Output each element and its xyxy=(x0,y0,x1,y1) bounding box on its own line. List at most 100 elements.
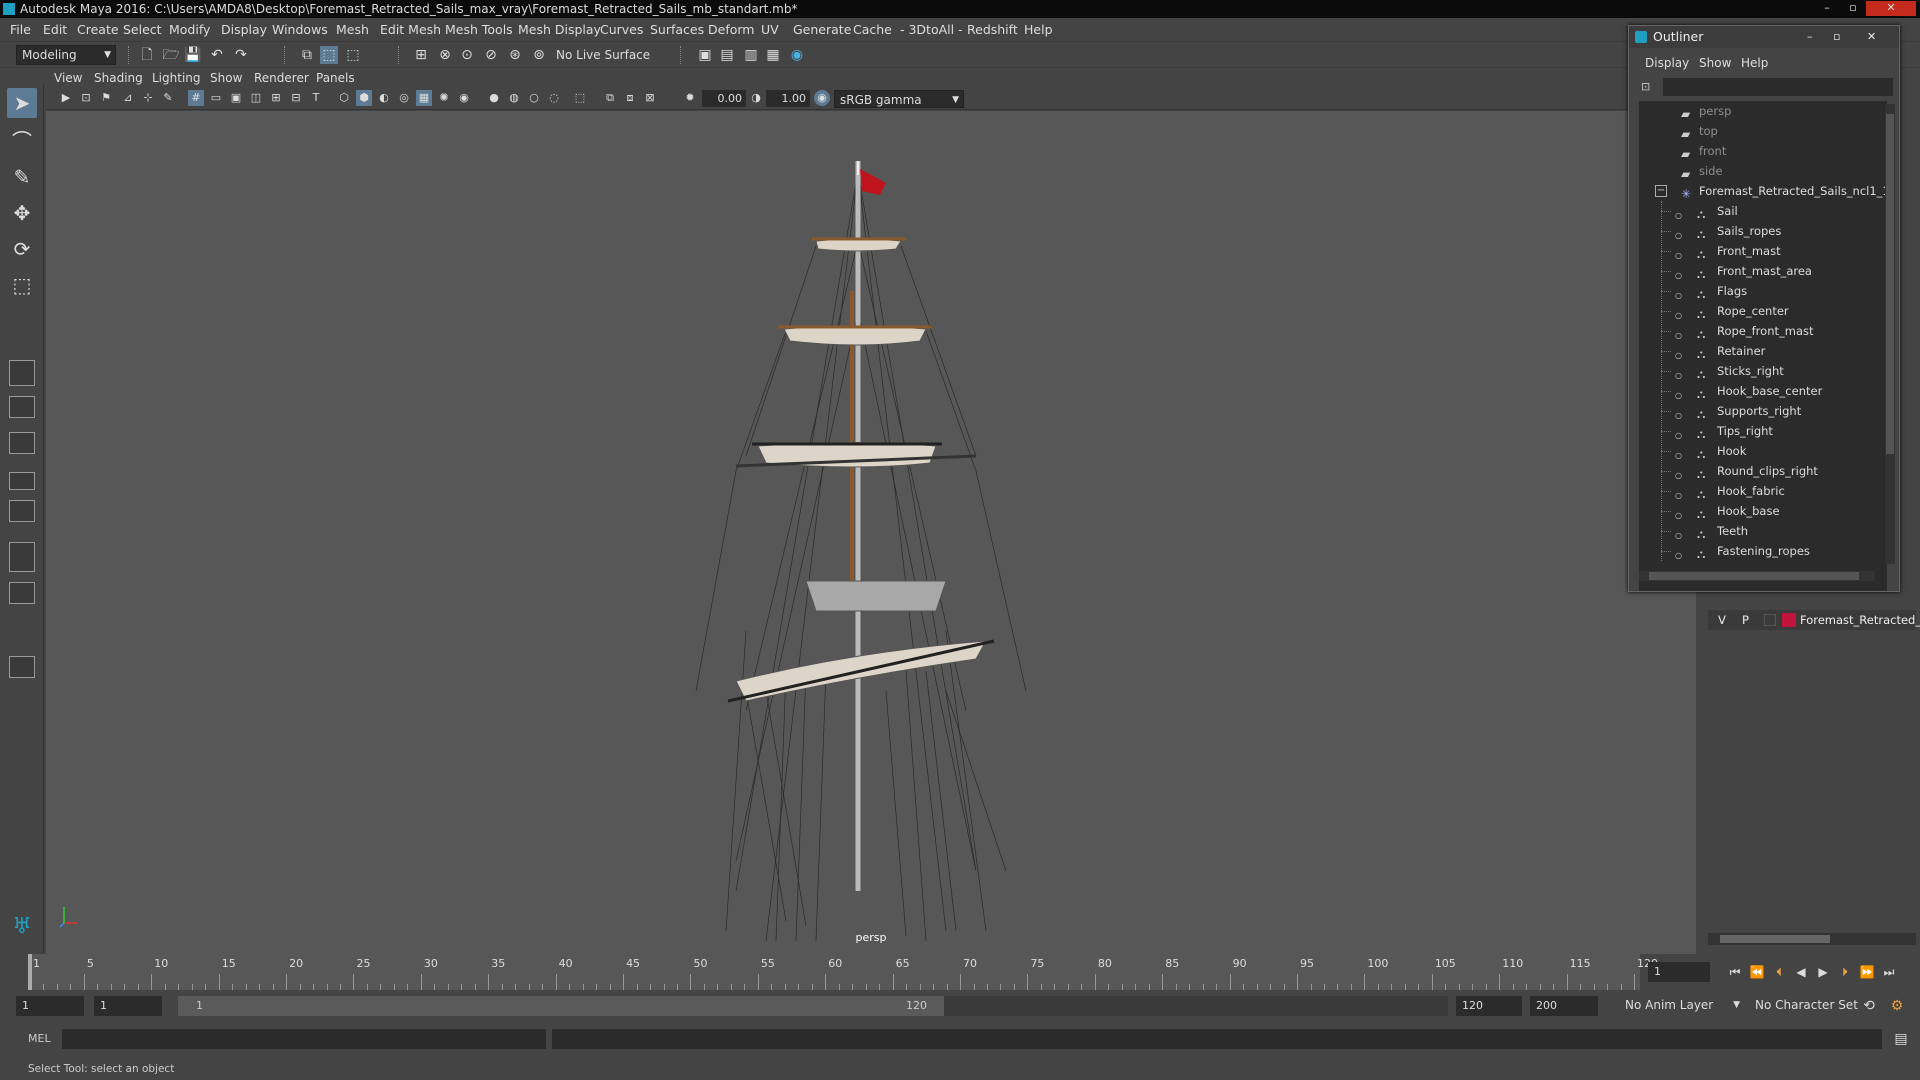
select-hierarchy-icon[interactable]: ⧉ xyxy=(298,46,316,64)
outliner-item[interactable]: ○ ⛬ Fastening_ropes xyxy=(1639,541,1879,561)
menu-uv[interactable]: UV xyxy=(761,22,779,37)
anim-layer-dropdown[interactable]: No Anim Layer ▼ xyxy=(1620,996,1744,1016)
outliner-horizontal-scrollbar[interactable] xyxy=(1639,571,1875,581)
play-backward-icon[interactable]: ◀ xyxy=(1790,962,1812,982)
select-object-icon[interactable]: ⬚ xyxy=(320,46,338,64)
layer-color-swatch[interactable] xyxy=(1782,613,1796,627)
field-chart-icon[interactable]: ⊞ xyxy=(268,90,284,106)
menu-edit[interactable]: Edit xyxy=(43,22,67,37)
default-material-icon[interactable]: ◐ xyxy=(376,90,392,106)
menu-generate[interactable]: Generate xyxy=(793,22,851,37)
rotate-tool-icon[interactable]: ⟳ xyxy=(7,234,37,264)
search-icon[interactable]: ⊡ xyxy=(1641,80,1650,93)
outliner-item[interactable]: ○ ⛬ Supports_right xyxy=(1639,401,1879,421)
scrollbar-thumb[interactable] xyxy=(1720,935,1830,943)
menu-modify[interactable]: Modify xyxy=(169,22,210,37)
textured-icon[interactable]: ▦ xyxy=(416,90,432,106)
range-slider-fill[interactable] xyxy=(178,996,944,1016)
make-live-icon[interactable]: ⊚ xyxy=(530,46,548,64)
menu-redshift[interactable]: Redshift xyxy=(967,22,1018,37)
smooth-shade-icon[interactable]: ⬢ xyxy=(356,90,372,106)
menu-select[interactable]: Select xyxy=(123,22,162,37)
snap-curve-icon[interactable]: ⊗ xyxy=(436,46,454,64)
current-frame-marker[interactable] xyxy=(28,954,32,990)
time-slider[interactable]: 1 5 10 15 20 25 30 35 40 45 50 55 60 65 70 75 80 85 90 95 10… xyxy=(0,954,1920,990)
outliner-item[interactable]: ○ ⛬ Rope_front_mast xyxy=(1639,321,1879,341)
ipr-render-icon[interactable]: ▦ xyxy=(764,46,782,64)
menu-display[interactable]: Display xyxy=(221,22,267,37)
collapse-icon[interactable]: − xyxy=(1655,185,1667,197)
live-surface-field[interactable]: No Live Surface xyxy=(556,48,650,62)
outliner-item[interactable]: ○ ⛬ Hook_fabric xyxy=(1639,481,1879,501)
color-management-icon[interactable]: ◉ xyxy=(814,90,830,106)
outliner-item[interactable]: ○ ⛬ Tips_right xyxy=(1639,421,1879,441)
image-plane-icon[interactable]: ⊿ xyxy=(120,90,136,106)
undo-icon[interactable]: ↶ xyxy=(208,46,226,64)
maximize-button[interactable]: ▫ xyxy=(1840,1,1866,16)
snap-surface-icon[interactable]: ⊛ xyxy=(506,46,524,64)
render-settings-icon[interactable]: ▣ xyxy=(696,46,714,64)
bookmark-icon[interactable]: ⚑ xyxy=(98,90,114,106)
viewport-menu-shading[interactable]: Shading xyxy=(94,71,143,85)
hypershade-icon[interactable]: ◉ xyxy=(788,46,806,64)
outliner-item[interactable]: ○ ⛬ Hook xyxy=(1639,441,1879,461)
gamma-icon[interactable]: ◑ xyxy=(748,90,764,106)
menu-3dtoall[interactable]: - 3DtoAll - xyxy=(900,22,963,37)
scale-tool-icon[interactable]: ⬚ xyxy=(7,270,37,300)
script-editor-icon[interactable]: ▤ xyxy=(1892,1030,1910,1048)
menuset-dropdown[interactable]: Modeling ▼ xyxy=(16,45,116,65)
layer-type-toggle[interactable] xyxy=(1764,614,1776,626)
menu-deform[interactable]: Deform xyxy=(708,22,754,37)
menu-mesh-display[interactable]: Mesh Display xyxy=(518,22,601,37)
outliner-minimize-button[interactable]: – xyxy=(1807,26,1813,48)
outliner-item[interactable]: ○ ⛬ Rope_center xyxy=(1639,301,1879,321)
select-component-icon[interactable]: ⬚ xyxy=(344,46,362,64)
xray-components-icon[interactable]: ⊠ xyxy=(642,90,658,106)
four-view-layout-icon[interactable] xyxy=(9,396,35,418)
viewport-menu-show[interactable]: Show xyxy=(210,71,242,85)
scrollbar-thumb[interactable] xyxy=(1886,114,1894,454)
isolate-select-icon[interactable]: ⬚ xyxy=(572,90,588,106)
menu-mesh[interactable]: Mesh xyxy=(336,22,369,37)
viewport-menu-view[interactable]: View xyxy=(54,71,82,85)
lasso-tool-icon[interactable]: ⌒ xyxy=(7,126,37,156)
xray-joints-icon[interactable]: ⧈ xyxy=(622,90,638,106)
outliner-item[interactable]: ○ ⛬ Teeth xyxy=(1639,521,1879,541)
render-view-icon[interactable]: ▤ xyxy=(718,46,736,64)
display-layer-row[interactable]: V P Foremast_Retracted_Sails xyxy=(1708,610,1920,630)
save-scene-icon[interactable]: 💾 xyxy=(184,46,202,64)
outliner-menu-display[interactable]: Display xyxy=(1645,56,1689,70)
snap-grid-icon[interactable]: ⊞ xyxy=(412,46,430,64)
depth-of-field-icon[interactable]: ◌ xyxy=(546,90,562,106)
menu-edit-mesh[interactable]: Edit Mesh xyxy=(380,22,441,37)
wireframe-icon[interactable]: ⬡ xyxy=(336,90,352,106)
gate-mask-icon[interactable]: ◫ xyxy=(248,90,264,106)
menu-surfaces[interactable]: Surfaces xyxy=(650,22,704,37)
camera-icon[interactable]: ▶ xyxy=(58,90,74,106)
outliner-menu-help[interactable]: Help xyxy=(1741,56,1768,70)
persp-graph-layout-icon[interactable] xyxy=(9,472,35,490)
current-frame-field[interactable]: 1 xyxy=(1648,962,1710,982)
new-scene-icon[interactable]: 🗋 xyxy=(138,46,156,64)
menu-file[interactable]: File xyxy=(10,22,31,37)
character-set-dropdown[interactable]: No Character Set xyxy=(1750,996,1866,1016)
ship-mast-model[interactable] xyxy=(46,111,1696,954)
outliner-vertical-scrollbar[interactable] xyxy=(1885,104,1895,564)
play-forward-icon[interactable]: ▶ xyxy=(1812,962,1834,982)
dope-sheet-layout-icon[interactable] xyxy=(9,582,35,604)
hypershade-layout-icon[interactable] xyxy=(9,500,35,522)
menu-cache[interactable]: Cache xyxy=(853,22,892,37)
maya-home-icon[interactable]: ♅ xyxy=(7,912,37,942)
outliner-menu-show[interactable]: Show xyxy=(1699,56,1731,70)
go-to-start-icon[interactable]: ⏮ xyxy=(1724,962,1746,982)
motion-blur-icon[interactable]: ◍ xyxy=(506,90,522,106)
multisample-aa-icon[interactable]: ○ xyxy=(526,90,542,106)
resolution-gate-icon[interactable]: ▣ xyxy=(228,90,244,106)
layer-horizontal-scrollbar[interactable] xyxy=(1708,933,1916,945)
layer-playback-toggle[interactable]: P xyxy=(1742,610,1749,630)
single-perspective-layout-icon[interactable] xyxy=(9,360,35,386)
step-back-frame-icon[interactable]: ⏴ xyxy=(1768,962,1790,982)
snap-point-icon[interactable]: ⊙ xyxy=(458,46,476,64)
range-slider[interactable]: 1 120 xyxy=(178,996,1448,1016)
outliner-item[interactable]: ○ ⛬ Sticks_right xyxy=(1639,361,1879,381)
